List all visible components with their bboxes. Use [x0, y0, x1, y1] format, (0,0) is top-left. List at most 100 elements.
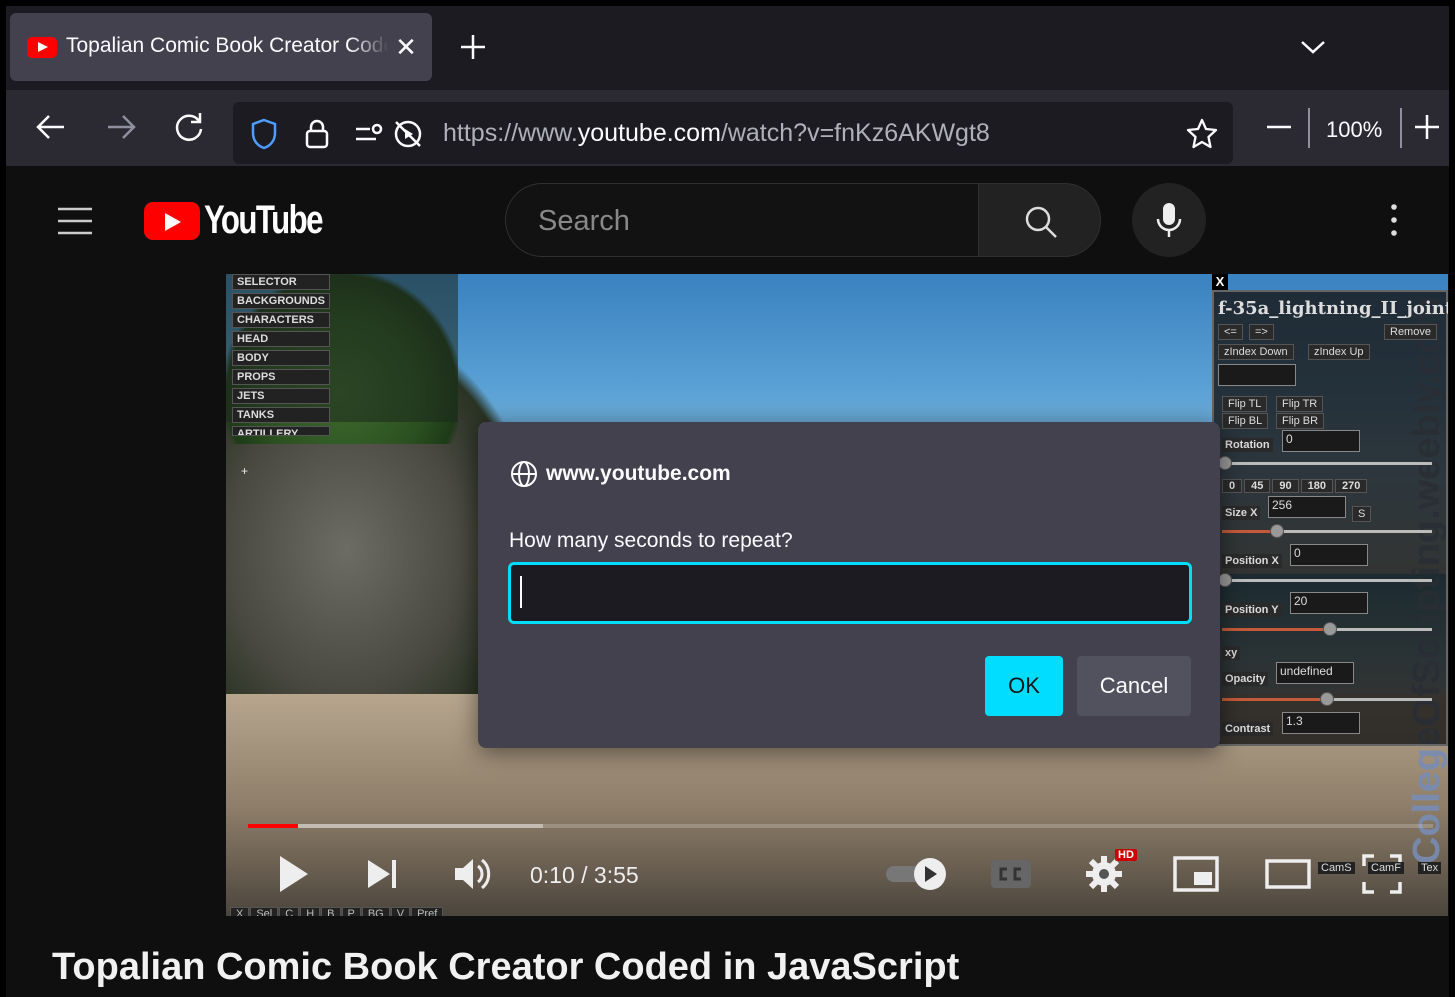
chevron-down-icon[interactable]: [1298, 32, 1328, 62]
tool-strip-button[interactable]: P: [341, 907, 361, 916]
prompt-dialog: www.youtube.com How many seconds to repe…: [478, 422, 1220, 748]
url-bar[interactable]: https://www.youtube.com/watch?v=fnKz6AKW…: [233, 102, 1233, 164]
slider-knob[interactable]: [1218, 573, 1232, 587]
flip-tr-button[interactable]: Flip TR: [1276, 396, 1324, 412]
shield-icon[interactable]: [247, 117, 281, 151]
position-x-slider[interactable]: [1218, 573, 1432, 587]
autoplay-toggle-icon[interactable]: [884, 852, 950, 896]
position-y-label: Position Y: [1222, 603, 1282, 617]
search-input[interactable]: Search: [505, 183, 979, 257]
rotation-preset-button[interactable]: 0: [1222, 479, 1243, 493]
zoom-level[interactable]: 100%: [1326, 117, 1382, 143]
search-placeholder: Search: [538, 205, 630, 237]
bookmark-star-icon[interactable]: [1185, 117, 1219, 151]
position-y-input[interactable]: 20: [1290, 592, 1368, 614]
slider-knob[interactable]: [1270, 524, 1284, 538]
tex-label[interactable]: Tex: [1418, 862, 1442, 874]
youtube-favicon: [27, 37, 57, 58]
position-y-slider[interactable]: [1222, 622, 1432, 636]
menu-item[interactable]: HEAD: [232, 331, 330, 347]
rotation-preset-button[interactable]: 270: [1334, 479, 1368, 493]
camf-label[interactable]: CamF: [1368, 862, 1404, 874]
flip-bl-button[interactable]: Flip BL: [1222, 413, 1269, 429]
menu-item[interactable]: CHARACTERS: [232, 312, 330, 328]
zoom-in-icon[interactable]: [1410, 110, 1444, 144]
remove-button[interactable]: Remove: [1384, 324, 1437, 340]
category-menu: SELECTOR BACKGROUNDS CHARACTERS HEAD BODY PRO…: [232, 274, 330, 439]
tool-strip-button[interactable]: X: [230, 907, 250, 916]
autoplay-blocked-icon[interactable]: [391, 117, 425, 151]
tool-strip-button[interactable]: Sel: [250, 907, 279, 916]
size-x-input[interactable]: 256: [1268, 496, 1346, 518]
play-icon[interactable]: [276, 852, 312, 896]
search-button[interactable]: [978, 183, 1101, 257]
rotation-label: Rotation: [1222, 438, 1273, 452]
voice-search-button[interactable]: [1132, 183, 1206, 257]
tab-active[interactable]: Topalian Comic Book Creator Coded in Jav…: [10, 13, 432, 81]
youtube-logo-text[interactable]: YouTube: [204, 198, 323, 243]
close-icon[interactable]: ✕: [392, 33, 420, 61]
new-tab-plus-icon[interactable]: [456, 30, 490, 64]
menu-item[interactable]: ARTILLERY: [232, 426, 330, 436]
zindex-input[interactable]: [1218, 364, 1296, 386]
slider-knob[interactable]: [1218, 456, 1232, 470]
dialog-input[interactable]: [508, 562, 1192, 624]
lock-icon[interactable]: [300, 117, 334, 151]
permissions-icon[interactable]: [353, 117, 387, 151]
rotation-preset-button[interactable]: 45: [1244, 479, 1271, 493]
tool-strip-button[interactable]: Pref: [411, 907, 444, 916]
tool-strip-button[interactable]: V: [390, 907, 411, 916]
volume-icon[interactable]: [452, 852, 494, 896]
flip-br-button[interactable]: Flip BR: [1276, 413, 1325, 429]
captions-icon[interactable]: [988, 852, 1034, 896]
menu-item[interactable]: SELECTOR: [232, 274, 330, 290]
hamburger-menu-icon[interactable]: [56, 206, 94, 236]
menu-item[interactable]: JETS: [232, 388, 330, 404]
panel-close-button[interactable]: X: [1212, 274, 1228, 290]
cancel-button[interactable]: Cancel: [1077, 656, 1191, 716]
tool-strip-button[interactable]: BG: [361, 907, 390, 916]
tab-bar: Topalian Comic Book Creator Coded in Jav…: [6, 6, 1449, 90]
zoom-divider: [1400, 108, 1402, 148]
opacity-slider[interactable]: [1222, 692, 1432, 706]
forward-arrow-icon[interactable]: [104, 110, 138, 144]
miniplayer-icon[interactable]: [1172, 852, 1220, 896]
next-button[interactable]: =>: [1249, 324, 1274, 340]
more-vertical-icon[interactable]: [1384, 202, 1404, 238]
slider-knob[interactable]: [1320, 692, 1334, 706]
contrast-label: Contrast: [1222, 722, 1274, 736]
tool-strip-button[interactable]: H: [300, 907, 321, 916]
rotation-slider[interactable]: [1218, 456, 1432, 470]
menu-item[interactable]: TANKS: [232, 407, 330, 423]
tool-strip-button[interactable]: C: [279, 907, 300, 916]
fullscreen-icon[interactable]: [1360, 852, 1404, 896]
rotation-preset-button[interactable]: 180: [1300, 479, 1333, 493]
url-text[interactable]: https://www.youtube.com/watch?v=fnKz6AKW…: [443, 119, 990, 148]
slider-knob[interactable]: [1323, 622, 1337, 636]
theater-mode-icon[interactable]: [1264, 852, 1312, 896]
zindex-down-button[interactable]: zIndex Down: [1218, 344, 1294, 360]
prev-button[interactable]: <=: [1218, 324, 1243, 340]
ok-button[interactable]: OK: [985, 656, 1063, 716]
s-button[interactable]: S: [1352, 506, 1372, 522]
youtube-logo-icon[interactable]: [144, 202, 200, 240]
flip-tl-button[interactable]: Flip TL: [1222, 396, 1268, 412]
reload-icon[interactable]: [172, 110, 206, 144]
cams-label[interactable]: CamS: [1318, 862, 1355, 874]
menu-item[interactable]: BODY: [232, 350, 330, 366]
back-arrow-icon[interactable]: [34, 110, 68, 144]
rotation-input[interactable]: 0: [1282, 430, 1360, 452]
time-display: 0:10 / 3:55: [530, 862, 639, 888]
contrast-input[interactable]: 1.3: [1282, 712, 1360, 734]
progress-bar[interactable]: [248, 824, 1433, 828]
tool-strip-button[interactable]: B: [321, 907, 341, 916]
next-video-icon[interactable]: [364, 852, 400, 896]
menu-item[interactable]: BACKGROUNDS: [232, 293, 330, 309]
menu-item[interactable]: PROPS: [232, 369, 330, 385]
rotation-preset-button[interactable]: 90: [1272, 479, 1299, 493]
zindex-up-button[interactable]: zIndex Up: [1308, 344, 1370, 360]
position-x-input[interactable]: 0: [1290, 544, 1368, 566]
opacity-input[interactable]: undefined: [1276, 662, 1354, 684]
zoom-out-icon[interactable]: [1262, 110, 1296, 144]
size-x-slider[interactable]: [1222, 524, 1432, 538]
